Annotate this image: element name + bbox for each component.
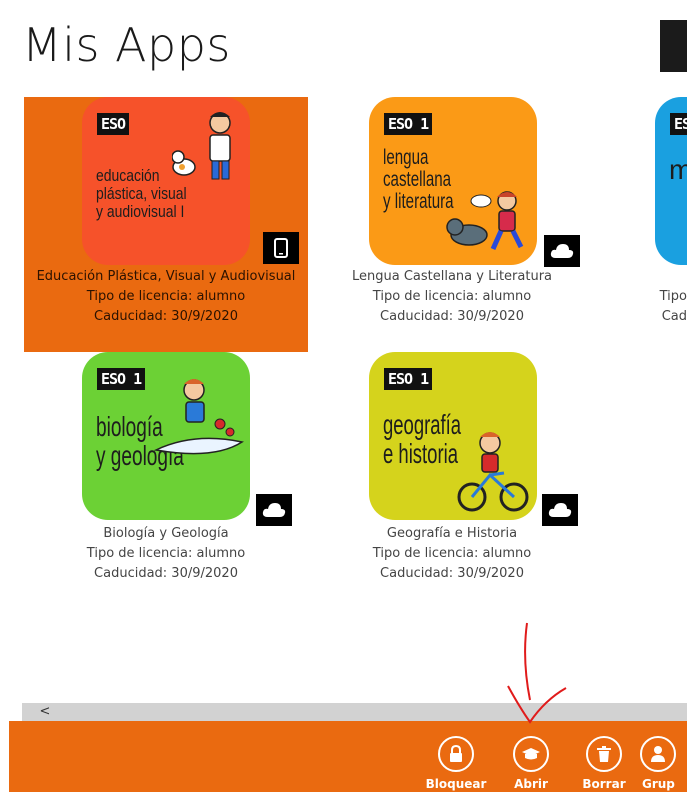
app-cover: ES m (655, 97, 687, 265)
license-type: Tipo de licencia: alumno (86, 289, 246, 304)
app-cover: ESO 1 biología y geología (82, 352, 250, 520)
app-caption: Biología y Geología Tipo de licencia: al… (24, 524, 308, 584)
open-label: Abrir (514, 777, 548, 791)
cloud-icon (544, 235, 580, 267)
open-button[interactable]: Abrir (496, 736, 566, 791)
device-icon (263, 232, 299, 264)
cloud-icon (542, 494, 578, 526)
group-button[interactable]: Grup (640, 736, 687, 791)
app-caption: Tipo Cad (596, 287, 687, 327)
open-book-icon (513, 736, 549, 772)
app-tile-plastica[interactable]: ESO educación plástica, visual y audiovi… (24, 97, 308, 352)
expiry-date: Cad (661, 309, 687, 324)
delete-button[interactable]: Borrar (569, 736, 639, 791)
expiry-date: Caducidad: 30/9/2020 (94, 566, 238, 581)
character-illustration-icon (154, 379, 244, 455)
license-type: Tipo de licencia: alumno (372, 289, 532, 304)
cover-title: geografía e historia (383, 409, 462, 470)
delete-label: Borrar (582, 777, 626, 791)
app-tile-lengua[interactable]: ESO 1 lengua castellana y literatura Len… (310, 97, 594, 352)
app-name: Biología y Geología (103, 526, 229, 541)
app-name: Geografía e Historia (386, 526, 518, 541)
scroll-left-arrow-icon[interactable]: < (36, 703, 54, 721)
app-caption: Geografía e Historia Tipo de licencia: a… (310, 524, 594, 584)
group-label: Grup (642, 777, 675, 791)
lock-button[interactable]: Bloquear (421, 736, 491, 791)
cover-title: m (669, 154, 687, 185)
app-cover: ESO 1 geografía e historia (369, 352, 537, 520)
cloud-icon (256, 494, 292, 526)
eso-label: ESO (97, 113, 130, 135)
eso-label: ESO 1 (384, 368, 433, 390)
license-type: Tipo de licencia: alumno (372, 546, 532, 561)
expiry-date: Caducidad: 30/9/2020 (94, 309, 238, 324)
character-illustration-icon (446, 191, 524, 251)
group-icon (640, 736, 676, 772)
app-name: Educación Plástica, Visual y Audiovisual (36, 269, 296, 284)
app-cover: ESO 1 lengua castellana y literatura (369, 97, 537, 265)
lock-label: Bloquear (425, 777, 487, 791)
app-caption: Lengua Castellana y Literatura Tipo de l… (310, 267, 594, 327)
app-caption: Educación Plástica, Visual y Audiovisual… (24, 267, 308, 327)
eso-label: ESO 1 (384, 113, 433, 135)
trash-icon (586, 736, 622, 772)
app-tile-geografia[interactable]: ESO 1 geografía e historia Geografía e H… (310, 352, 594, 607)
eso-label: ES (670, 113, 687, 135)
apps-grid: ESO educación plástica, visual y audiovi… (0, 0, 687, 700)
expiry-date: Caducidad: 30/9/2020 (380, 309, 524, 324)
eso-label: ESO 1 (97, 368, 146, 390)
expiry-date: Caducidad: 30/9/2020 (380, 566, 524, 581)
app-cover: ESO educación plástica, visual y audiovi… (82, 97, 250, 265)
license-type: Tipo de licencia: alumno (86, 546, 246, 561)
character-illustration-icon (172, 112, 231, 180)
app-name: Lengua Castellana y Literatura (351, 269, 552, 284)
character-illustration-icon (457, 432, 529, 512)
horizontal-scrollbar[interactable] (22, 703, 687, 721)
app-tile-biologia[interactable]: ESO 1 biología y geología Biología y Geo… (24, 352, 308, 607)
app-tile-partial[interactable]: ES m Tipo Cad (596, 97, 687, 352)
license-type: Tipo (659, 289, 687, 304)
lock-icon (438, 736, 474, 772)
